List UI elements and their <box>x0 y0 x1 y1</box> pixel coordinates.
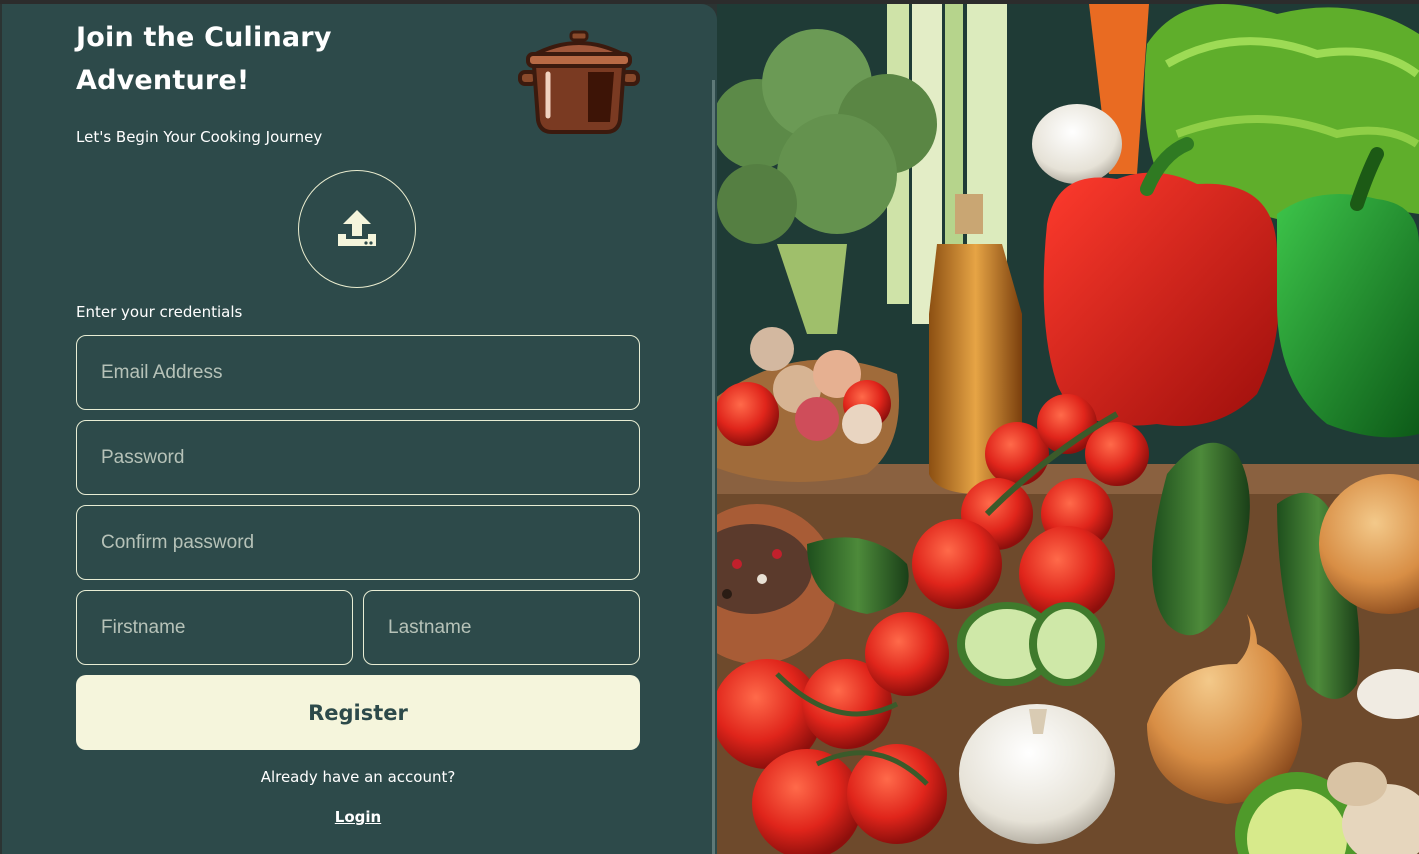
email-field[interactable] <box>76 335 640 410</box>
page-subtitle: Let's Begin Your Cooking Journey <box>76 128 323 146</box>
confirm-password-field[interactable] <box>76 505 640 580</box>
lastname-field[interactable] <box>363 590 640 665</box>
scrollbar[interactable] <box>712 80 715 854</box>
login-link[interactable]: Login <box>76 808 640 826</box>
cooking-pot-icon <box>518 30 640 134</box>
upload-icon <box>338 210 376 246</box>
page: Join the Culinary Adventure! Let's Begin… <box>0 0 1419 854</box>
credentials-label: Enter your credentials <box>76 303 243 321</box>
firstname-field[interactable] <box>76 590 353 665</box>
already-account-text: Already have an account? <box>260 768 456 786</box>
vegetables-image <box>717 4 1419 854</box>
password-field[interactable] <box>76 420 640 495</box>
register-button[interactable]: Register <box>76 675 640 750</box>
avatar-upload-button[interactable] <box>298 170 416 288</box>
page-title: Join the Culinary Adventure! <box>76 22 332 96</box>
